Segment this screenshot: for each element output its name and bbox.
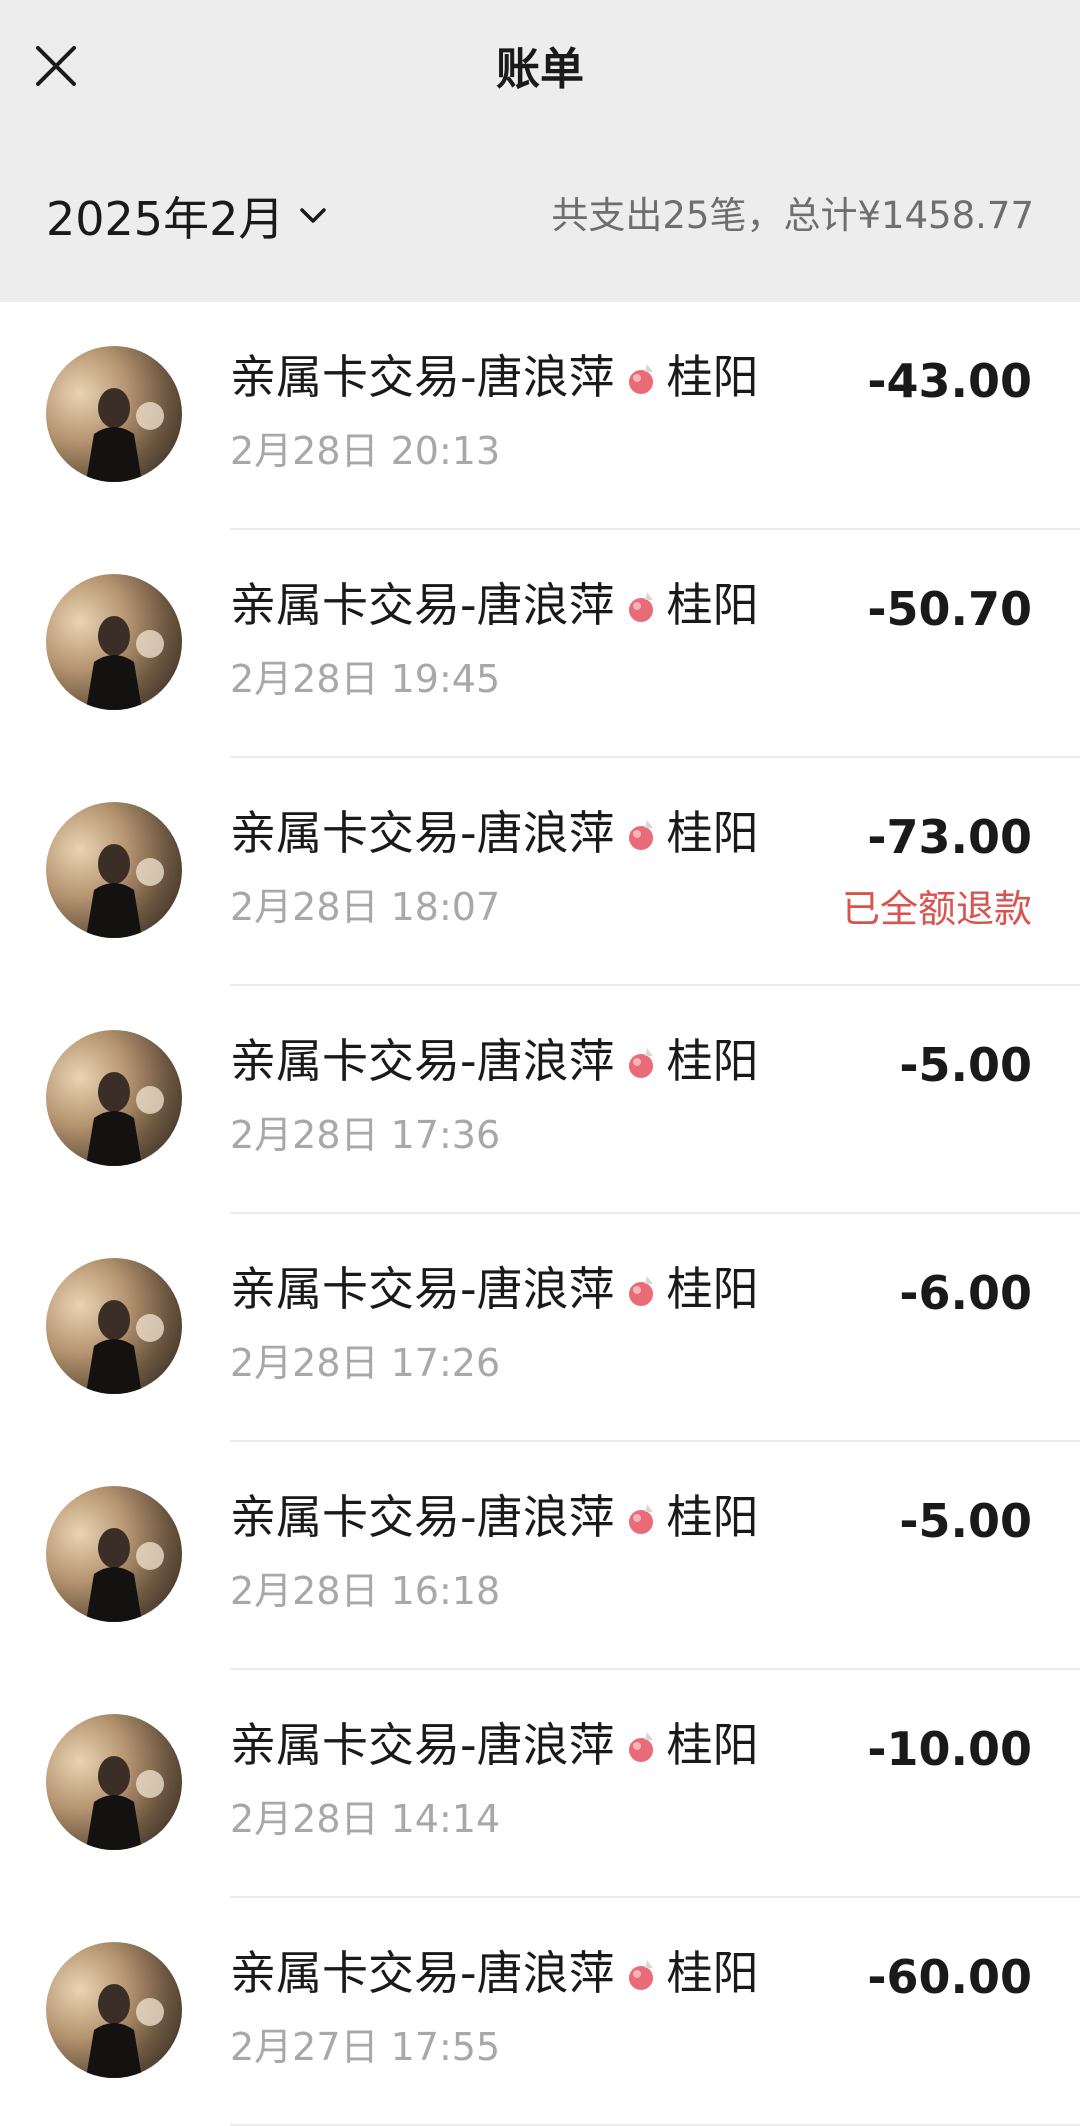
- emoji-icon: [619, 1039, 663, 1083]
- emoji-icon: [619, 1267, 663, 1311]
- transaction-time: 2月28日 20:13: [230, 429, 501, 473]
- transaction-time: 2月28日 16:18: [230, 1569, 501, 1613]
- transaction-title: 亲属卡交易-唐浪萍 桂阳: [230, 1942, 759, 2004]
- avatar: [46, 802, 182, 938]
- transaction-amount: -5.00: [899, 1038, 1032, 1092]
- transaction-amount: -6.00: [899, 1266, 1032, 1320]
- transaction-time: 2月28日 17:26: [230, 1341, 501, 1385]
- transaction-amount: -43.00: [867, 354, 1032, 408]
- avatar: [46, 1030, 182, 1166]
- avatar: [46, 1942, 182, 2078]
- transaction-amount: -5.00: [899, 1494, 1032, 1548]
- header-area: 账单 2025年2月 共支出25笔，总计¥1458.77: [0, 0, 1080, 302]
- transaction-row[interactable]: 亲属卡交易-唐浪萍 桂阳 2月28日 18:07 -73.00 已全额退款: [0, 758, 1080, 986]
- transaction-time: 2月27日 17:55: [230, 2025, 501, 2069]
- avatar: [46, 1486, 182, 1622]
- transaction-location: 桂阳: [666, 1262, 759, 1316]
- chevron-down-icon: [300, 208, 327, 223]
- refund-status: 已全额退款: [841, 887, 1032, 931]
- emoji-icon: [619, 1723, 663, 1767]
- transaction-list: 亲属卡交易-唐浪萍 桂阳 2月28日 20:13 -43.00 亲属卡交易-唐浪…: [0, 302, 1080, 2126]
- transaction-row[interactable]: 亲属卡交易-唐浪萍 桂阳 2月28日 17:36 -5.00: [0, 986, 1080, 1214]
- transaction-location: 桂阳: [666, 578, 759, 632]
- month-label: 2025年2月: [46, 192, 285, 246]
- transaction-time: 2月28日 18:07: [230, 885, 501, 929]
- transaction-location: 桂阳: [666, 1034, 759, 1088]
- emoji-icon: [619, 355, 663, 399]
- transaction-name: 亲属卡交易-唐浪萍: [230, 806, 615, 860]
- transaction-row[interactable]: 亲属卡交易-唐浪萍 桂阳 2月28日 20:13 -43.00: [0, 302, 1080, 530]
- transaction-row[interactable]: 亲属卡交易-唐浪萍 桂阳 2月28日 16:18 -5.00: [0, 1442, 1080, 1670]
- transaction-location: 桂阳: [666, 1718, 759, 1772]
- transaction-amount: -10.00: [867, 1722, 1032, 1776]
- transaction-location: 桂阳: [666, 350, 759, 404]
- emoji-icon: [619, 1495, 663, 1539]
- transaction-title: 亲属卡交易-唐浪萍 桂阳: [230, 574, 759, 636]
- transaction-name: 亲属卡交易-唐浪萍: [230, 1490, 615, 1544]
- transaction-time: 2月28日 14:14: [230, 1797, 501, 1841]
- month-selector[interactable]: 2025年2月: [46, 186, 328, 246]
- spending-summary: 共支出25笔，总计¥1458.77: [551, 194, 1034, 237]
- transaction-name: 亲属卡交易-唐浪萍: [230, 350, 615, 404]
- transaction-name: 亲属卡交易-唐浪萍: [230, 1034, 615, 1088]
- transaction-time: 2月28日 17:36: [230, 1113, 501, 1157]
- avatar: [46, 1258, 182, 1394]
- transaction-title: 亲属卡交易-唐浪萍 桂阳: [230, 1714, 759, 1776]
- transaction-title: 亲属卡交易-唐浪萍 桂阳: [230, 1258, 759, 1320]
- avatar: [46, 1714, 182, 1850]
- transaction-location: 桂阳: [666, 806, 759, 860]
- transaction-row[interactable]: 亲属卡交易-唐浪萍 桂阳 2月28日 14:14 -10.00: [0, 1670, 1080, 1898]
- transaction-name: 亲属卡交易-唐浪萍: [230, 1946, 615, 2000]
- emoji-icon: [619, 811, 663, 855]
- transaction-title: 亲属卡交易-唐浪萍 桂阳: [230, 802, 759, 864]
- transaction-location: 桂阳: [666, 1490, 759, 1544]
- transaction-amount: -60.00: [867, 1950, 1032, 2004]
- emoji-icon: [619, 583, 663, 627]
- emoji-icon: [619, 1951, 663, 1995]
- transaction-row[interactable]: 亲属卡交易-唐浪萍 桂阳 2月28日 19:45 -50.70: [0, 530, 1080, 758]
- transaction-title: 亲属卡交易-唐浪萍 桂阳: [230, 346, 759, 408]
- transaction-row[interactable]: 亲属卡交易-唐浪萍 桂阳 2月27日 17:55 -60.00: [0, 1898, 1080, 2126]
- avatar: [46, 346, 182, 482]
- transaction-name: 亲属卡交易-唐浪萍: [230, 1262, 615, 1316]
- transaction-name: 亲属卡交易-唐浪萍: [230, 1718, 615, 1772]
- transaction-row[interactable]: 亲属卡交易-唐浪萍 桂阳 2月28日 17:26 -6.00: [0, 1214, 1080, 1442]
- transaction-title: 亲属卡交易-唐浪萍 桂阳: [230, 1030, 759, 1092]
- transaction-title: 亲属卡交易-唐浪萍 桂阳: [230, 1486, 759, 1548]
- avatar: [46, 574, 182, 710]
- transaction-location: 桂阳: [666, 1946, 759, 2000]
- transaction-amount: -50.70: [867, 582, 1032, 636]
- transaction-amount: -73.00: [867, 810, 1032, 864]
- transaction-name: 亲属卡交易-唐浪萍: [230, 578, 615, 632]
- page-title: 账单: [496, 44, 584, 95]
- transaction-time: 2月28日 19:45: [230, 657, 501, 701]
